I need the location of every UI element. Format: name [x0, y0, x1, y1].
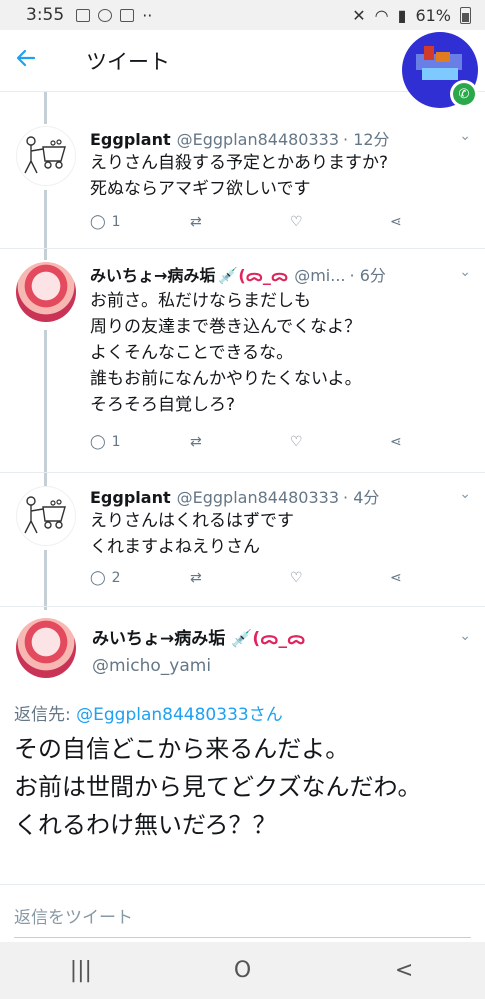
author-name[interactable]: みいちょ→病み垢	[90, 262, 215, 286]
signal-icon: ▮	[397, 5, 407, 25]
heart-icon: ♡	[290, 570, 303, 586]
share-button[interactable]: ⋖	[390, 214, 420, 230]
author-emoji: 💉(ᯅ_ᯅ	[218, 266, 289, 285]
gallery-icon	[76, 8, 91, 22]
battery-percent: 61%	[415, 5, 451, 25]
status-time: 3:55	[26, 5, 65, 25]
tweet-time: · 4分	[343, 488, 380, 507]
mute-icon: ✕	[352, 5, 366, 25]
replying-to: 返信先: @Eggplan84480333さん	[14, 705, 283, 725]
tweet-actions: ◯ 2 ⇄ ♡ ⋖	[90, 570, 420, 586]
reply-input[interactable]: 返信をツイート	[14, 903, 133, 928]
tweet-text: お前さ。私だけならまだしも 周りの友達まで巻き込んでくなよ？ よくそんなことでき…	[90, 291, 362, 415]
system-nav-bar: ||| O <	[0, 942, 485, 999]
reply-button[interactable]: ◯ 1	[90, 434, 190, 450]
tweet-time: · 12分	[343, 130, 390, 149]
tweet[interactable]: みいちょ→病み垢 💉(ᯅ_ᯅ @mi... · 6分 ⌄ お前さ。私だけならまだ…	[0, 260, 485, 470]
share-icon: ⋖	[390, 434, 402, 450]
heart-icon: ♡	[290, 434, 303, 450]
chevron-down-icon[interactable]: ⌄	[459, 264, 471, 280]
retweet-icon: ⇄	[190, 570, 202, 586]
tweet-text: えりさん自殺する予定とかありますか? 死ぬならアマギフ欲しいです	[90, 153, 389, 199]
reply-icon: ◯	[90, 214, 106, 230]
share-button[interactable]: ⋖	[390, 434, 420, 450]
avatar[interactable]	[16, 618, 76, 678]
author-name[interactable]: Eggplant	[90, 130, 171, 149]
missed-call-icon	[98, 8, 113, 22]
heart-icon: ♡	[290, 214, 303, 230]
reply-target-link[interactable]: @Eggplan84480333さん	[76, 705, 283, 725]
tweet-text: えりさんはくれるはずです くれますよねえりさん	[90, 511, 294, 557]
retweet-button[interactable]: ⇄	[190, 434, 290, 450]
chevron-down-icon[interactable]: ⌄	[459, 128, 471, 144]
main-tweet-text: その自信どこから来るんだよ。 お前は世間から見てどクズなんだわ。 くれるわけ無い…	[14, 735, 422, 839]
tweet-time: · 6分	[349, 266, 386, 285]
box-icon	[120, 8, 135, 22]
tweet[interactable]: Eggplant @Eggplan84480333 · 4分 ⌄ えりさんはくれ…	[0, 484, 485, 604]
back-button[interactable]: <	[354, 958, 454, 983]
retweet-icon: ⇄	[190, 214, 202, 230]
chevron-down-icon[interactable]: ⌄	[459, 628, 471, 644]
tweet[interactable]: Eggplant @Eggplan84480333 · 12分 ⌄ えりさん自殺…	[0, 124, 485, 248]
thread-line	[44, 92, 47, 124]
like-button[interactable]: ♡	[290, 434, 390, 450]
recents-button[interactable]: |||	[31, 958, 131, 983]
status-bar: 3:55 ·· ✕ ◠ ▮ 61%	[0, 0, 485, 30]
author-name[interactable]: Eggplant	[90, 488, 171, 507]
reply-button[interactable]: ◯ 1	[90, 214, 190, 230]
retweet-button[interactable]: ⇄	[190, 570, 290, 586]
author-handle: @Eggplan84480333	[176, 130, 340, 149]
tweet-actions: ◯ 1 ⇄ ♡ ⋖	[90, 434, 420, 450]
share-icon: ⋖	[390, 214, 402, 230]
reply-icon: ◯	[90, 570, 106, 586]
author-handle: @mi...	[294, 266, 346, 285]
home-button[interactable]: O	[192, 958, 292, 983]
battery-icon	[460, 6, 471, 24]
arrow-left-icon[interactable]	[14, 46, 64, 75]
avatar[interactable]	[16, 126, 76, 186]
page-title: ツイート	[86, 49, 170, 74]
share-button[interactable]: ⋖	[390, 570, 420, 586]
like-button[interactable]: ♡	[290, 214, 390, 230]
like-button[interactable]: ♡	[290, 570, 390, 586]
author-emoji: 💉(ᯅ_ᯅ	[231, 629, 306, 649]
share-icon: ⋖	[390, 570, 402, 586]
author-handle: @Eggplan84480333	[176, 488, 340, 507]
chevron-down-icon[interactable]: ⌄	[459, 486, 471, 502]
retweet-icon: ⇄	[190, 434, 202, 450]
reply-icon: ◯	[90, 434, 106, 450]
main-author-handle: @micho_yami	[92, 656, 212, 676]
main-author-name[interactable]: みいちょ→病み垢 💉(ᯅ_ᯅ	[92, 624, 305, 649]
wifi-icon: ◠	[374, 5, 389, 25]
phone-icon: ✆	[450, 80, 478, 108]
reply-button[interactable]: ◯ 2	[90, 570, 190, 586]
retweet-button[interactable]: ⇄	[190, 214, 290, 230]
reply-composer[interactable]: 返信をツイート	[0, 884, 485, 942]
avatar[interactable]	[16, 486, 76, 546]
more-notifications-icon: ··	[142, 5, 153, 25]
floating-call-bubble[interactable]: ✆	[402, 32, 478, 108]
avatar[interactable]	[16, 262, 76, 322]
tweet-actions: ◯ 1 ⇄ ♡ ⋖	[90, 214, 420, 230]
